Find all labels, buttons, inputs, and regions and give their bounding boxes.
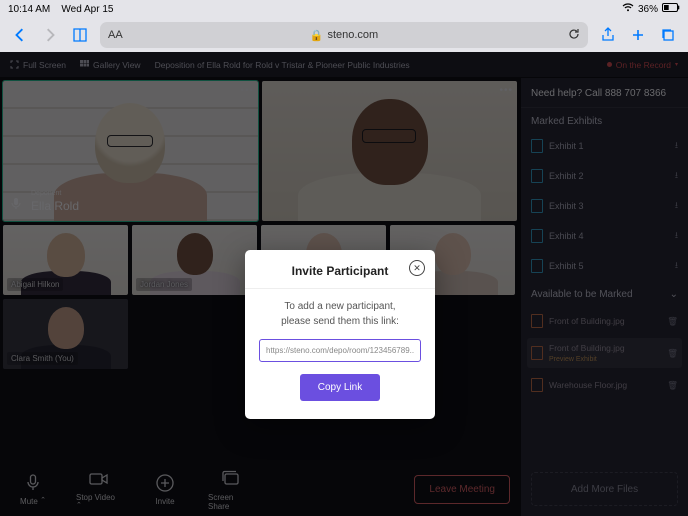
copy-link-button[interactable]: Copy Link xyxy=(300,374,380,401)
share-button[interactable] xyxy=(598,25,618,45)
text-size-button[interactable]: AA xyxy=(108,29,123,41)
close-button[interactable]: ✕ xyxy=(409,260,425,276)
modal-title: Invite Participant xyxy=(259,264,421,278)
status-date: Wed Apr 15 xyxy=(61,4,113,15)
lock-icon: 🔒 xyxy=(310,29,324,42)
status-time: 10:14 AM xyxy=(8,4,50,15)
forward-button xyxy=(40,25,60,45)
bookmarks-button[interactable] xyxy=(70,25,90,45)
battery-percent: 36% xyxy=(638,4,658,15)
new-tab-button[interactable] xyxy=(628,25,648,45)
device-status-bar: 10:14 AM Wed Apr 15 36% xyxy=(0,0,688,18)
battery-icon xyxy=(662,3,680,15)
tabs-button[interactable] xyxy=(658,25,678,45)
back-button[interactable] xyxy=(10,25,30,45)
address-bar[interactable]: AA 🔒 steno.com xyxy=(100,22,588,48)
invite-link-input[interactable] xyxy=(259,339,421,362)
url-domain: steno.com xyxy=(327,29,378,41)
modal-instruction: To add a new participant, please send th… xyxy=(263,299,417,329)
reload-button[interactable] xyxy=(568,28,580,43)
browser-toolbar: AA 🔒 steno.com xyxy=(0,18,688,52)
invite-participant-modal: ✕ Invite Participant To add a new partic… xyxy=(245,250,435,419)
app-viewport: Full Screen Gallery View Deposition of E… xyxy=(0,52,688,516)
wifi-icon xyxy=(622,3,634,15)
